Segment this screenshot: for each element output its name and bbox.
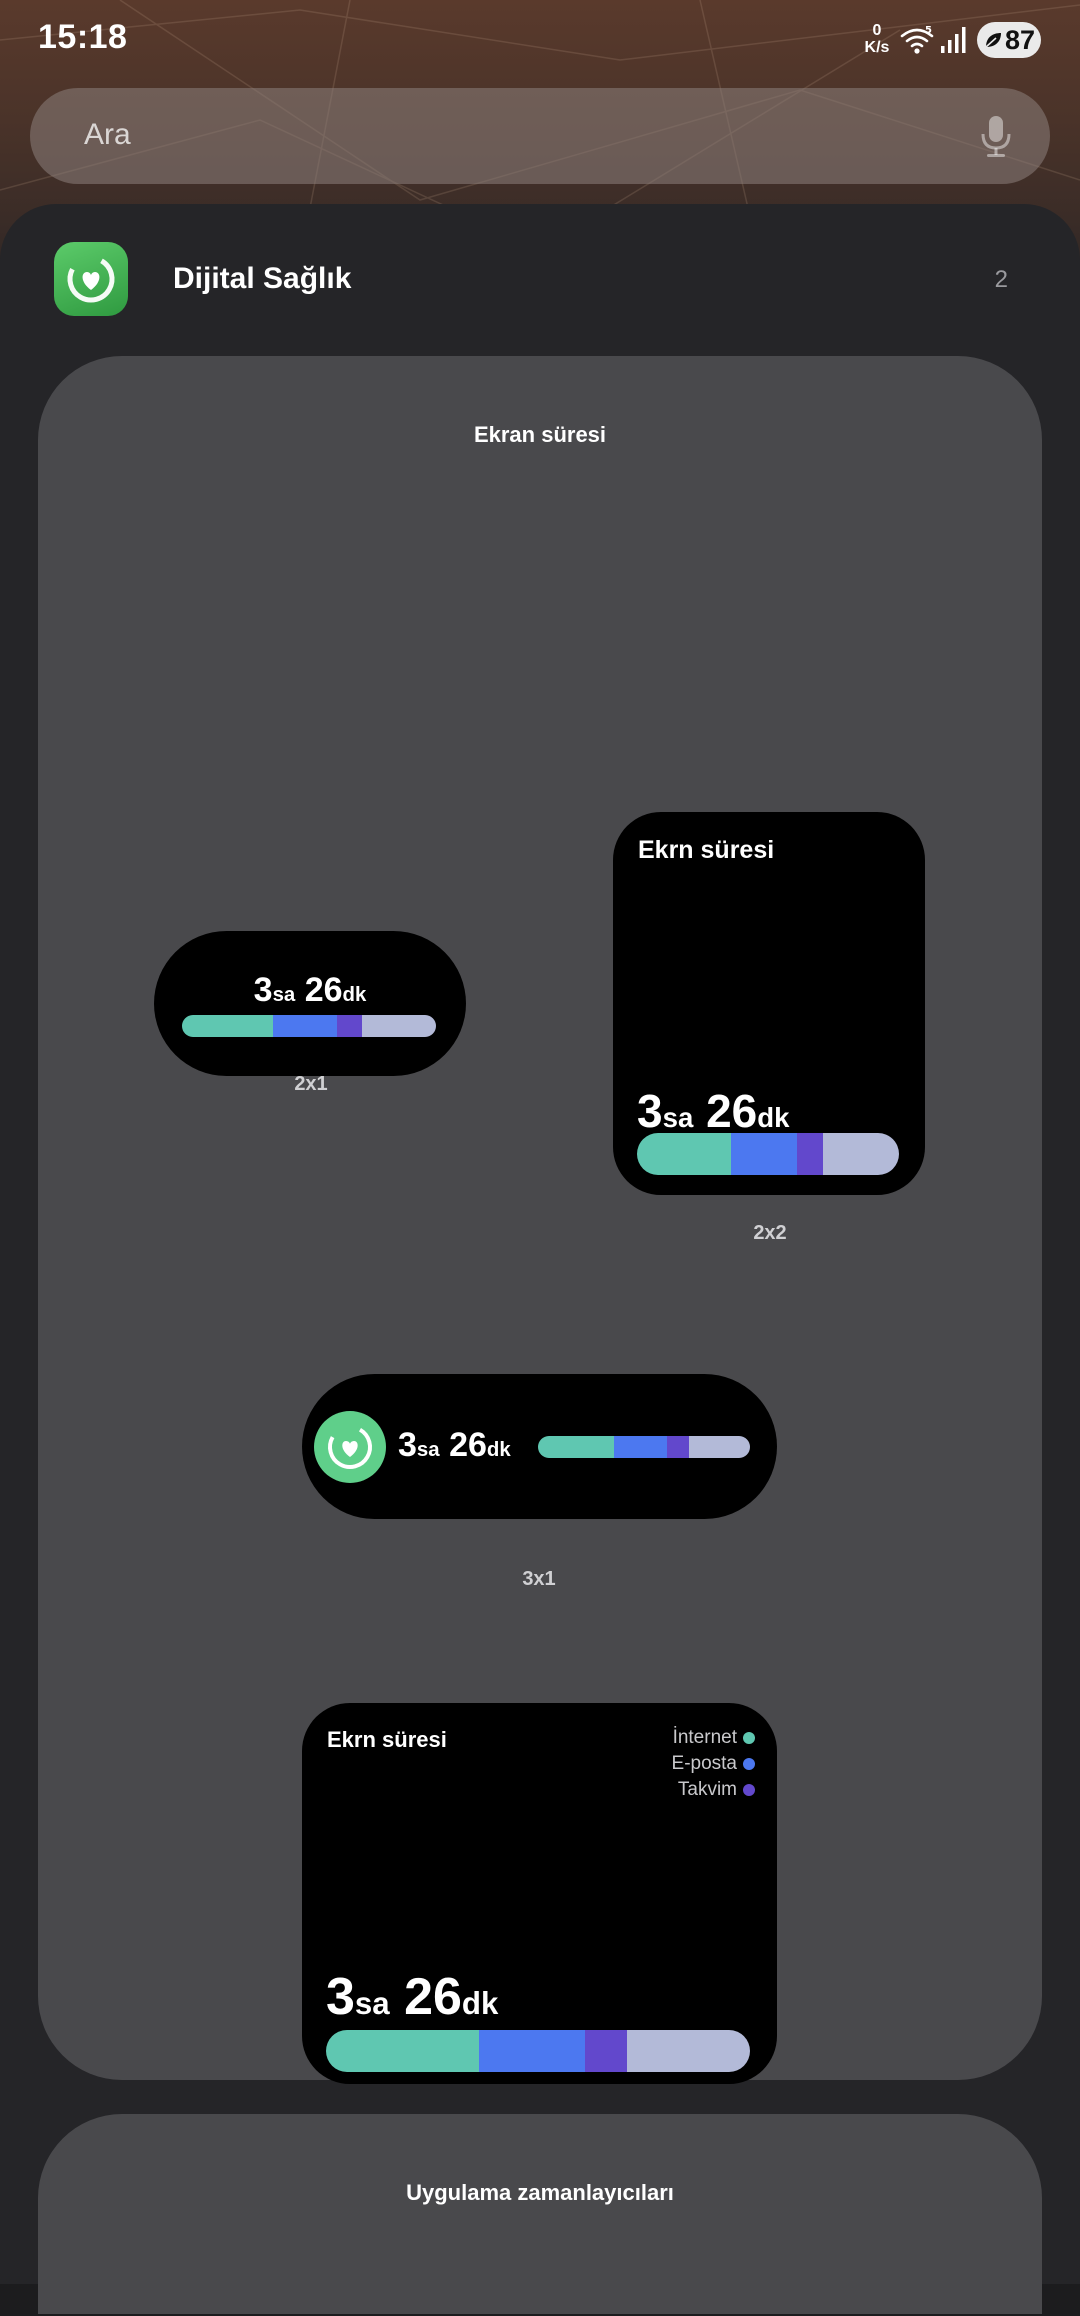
usage-time: 3sa 26dk: [637, 1084, 789, 1138]
usage-bar: [326, 2030, 750, 2072]
usage-hours-unit: sa: [662, 1102, 694, 1133]
usage-bar: [538, 1436, 750, 1458]
widgets-panel: Dijital Sağlık 2 Ekran süresi 3sa 26dk 2…: [0, 204, 1080, 2314]
usage-hours: 3: [326, 1968, 355, 2026]
legend-item: İnternet: [672, 1725, 755, 1751]
usage-segment: [538, 1436, 615, 1458]
usage-hours: 3: [253, 971, 273, 1009]
legend-label: E-posta: [671, 1753, 737, 1774]
usage-segment: [637, 1133, 732, 1175]
usage-hours-unit: sa: [272, 984, 296, 1006]
usage-minutes-unit: dk: [486, 1439, 511, 1461]
usage-segment: [584, 2030, 628, 2072]
usage-segment: [823, 1133, 899, 1175]
heart-ring-icon: [67, 255, 115, 303]
usage-time: 3sa 26dk: [398, 1426, 511, 1465]
app-timers-title: Uygulama zamanlayıcıları: [406, 2180, 674, 2205]
usage-minutes: 26: [304, 971, 343, 1009]
app-title: Dijital Sağlık: [173, 262, 352, 295]
search-bar[interactable]: Ara: [30, 88, 1050, 184]
widget-3x1[interactable]: 3sa 26dk: [302, 1374, 777, 1519]
widget-size-label: 2x1: [294, 1073, 328, 1095]
microphone-icon[interactable]: [978, 114, 1014, 158]
usage-minutes: 26: [706, 1085, 758, 1137]
usage-time: 3sa 26dk: [326, 1967, 498, 2027]
widget-title: Ekrn süresi: [638, 836, 775, 864]
legend-item: Takvim: [672, 1777, 755, 1803]
usage-minutes-unit: dk: [342, 984, 367, 1006]
legend-dot: [743, 1784, 755, 1796]
network-speed: 0 K/s: [862, 22, 892, 56]
usage-segment: [273, 1015, 337, 1037]
network-speed-value: 0: [872, 22, 882, 39]
usage-bar: [182, 1015, 436, 1037]
usage-minutes: 26: [404, 1968, 462, 2026]
widget-2x2[interactable]: Ekrn süresi 3sa 26dk: [613, 812, 925, 1195]
battery-level: 87: [1004, 24, 1036, 55]
wifi-badge: 5: [925, 25, 932, 36]
usage-segment: [614, 1436, 668, 1458]
status-time: 15:18: [38, 18, 128, 56]
usage-segment: [478, 2030, 585, 2072]
widget-2x1[interactable]: 3sa 26dk: [154, 931, 466, 1076]
usage-segment: [182, 1015, 274, 1037]
usage-legend: İnternet E-posta Takvim: [672, 1725, 755, 1803]
usage-hours: 3: [398, 1426, 417, 1464]
legend-label: İnternet: [672, 1727, 737, 1748]
heart-ring-icon: [328, 1425, 372, 1469]
usage-hours-unit: sa: [354, 1986, 390, 2021]
usage-segment: [688, 1436, 750, 1458]
usage-segment: [796, 1133, 823, 1175]
usage-minutes-unit: dk: [461, 1986, 499, 2021]
widget-3x2[interactable]: Ekrn süresi İnternet E-posta Takvim 3sa …: [302, 1703, 777, 2084]
usage-bar: [637, 1133, 899, 1175]
widget-size-label: 2x2: [753, 1222, 787, 1244]
signal-icon: [941, 27, 966, 53]
status-bar: 15:18 0 K/s 5 87: [0, 0, 1080, 80]
usage-segment: [362, 1015, 436, 1037]
usage-minutes: 26: [449, 1426, 487, 1464]
usage-hours-unit: sa: [416, 1439, 440, 1461]
digital-wellbeing-app-icon: [54, 242, 128, 316]
screen-time-widget-card: Ekran süresi 3sa 26dk 2x1 Ekrn süresi 3s…: [38, 356, 1042, 2184]
usage-segment: [731, 1133, 797, 1175]
card-title: Ekran süresi: [473, 422, 607, 447]
widget-title: Ekrn süresi: [327, 1727, 447, 1752]
screen: 15:18 0 K/s 5 87 Ara Dijital Sağlık 2 Ek…: [0, 0, 1080, 2316]
search-placeholder: Ara: [84, 118, 131, 151]
battery-saver-leaf-icon: [985, 33, 1001, 48]
widget-count: 2: [994, 266, 1008, 293]
usage-segment: [326, 2030, 479, 2072]
app-header[interactable]: Dijital Sağlık 2: [0, 204, 1080, 354]
usage-segment: [627, 2030, 750, 2072]
usage-time: 3sa 26dk: [154, 971, 466, 1010]
legend-label: Takvim: [677, 1779, 737, 1800]
network-speed-unit: K/s: [864, 39, 890, 56]
legend-dot: [743, 1758, 755, 1770]
legend-dot: [743, 1732, 755, 1744]
widget-size-label: 3x1: [522, 1568, 556, 1590]
battery-indicator: 87: [977, 22, 1041, 58]
digital-wellbeing-mini-icon: [314, 1411, 386, 1483]
legend-item: E-posta: [672, 1751, 755, 1777]
usage-hours: 3: [637, 1085, 663, 1137]
usage-minutes-unit: dk: [757, 1102, 790, 1133]
wifi-icon: 5: [900, 25, 934, 54]
app-timers-card[interactable]: Uygulama zamanlayıcıları: [38, 2114, 1042, 2314]
usage-segment: [667, 1436, 689, 1458]
usage-segment: [336, 1015, 363, 1037]
